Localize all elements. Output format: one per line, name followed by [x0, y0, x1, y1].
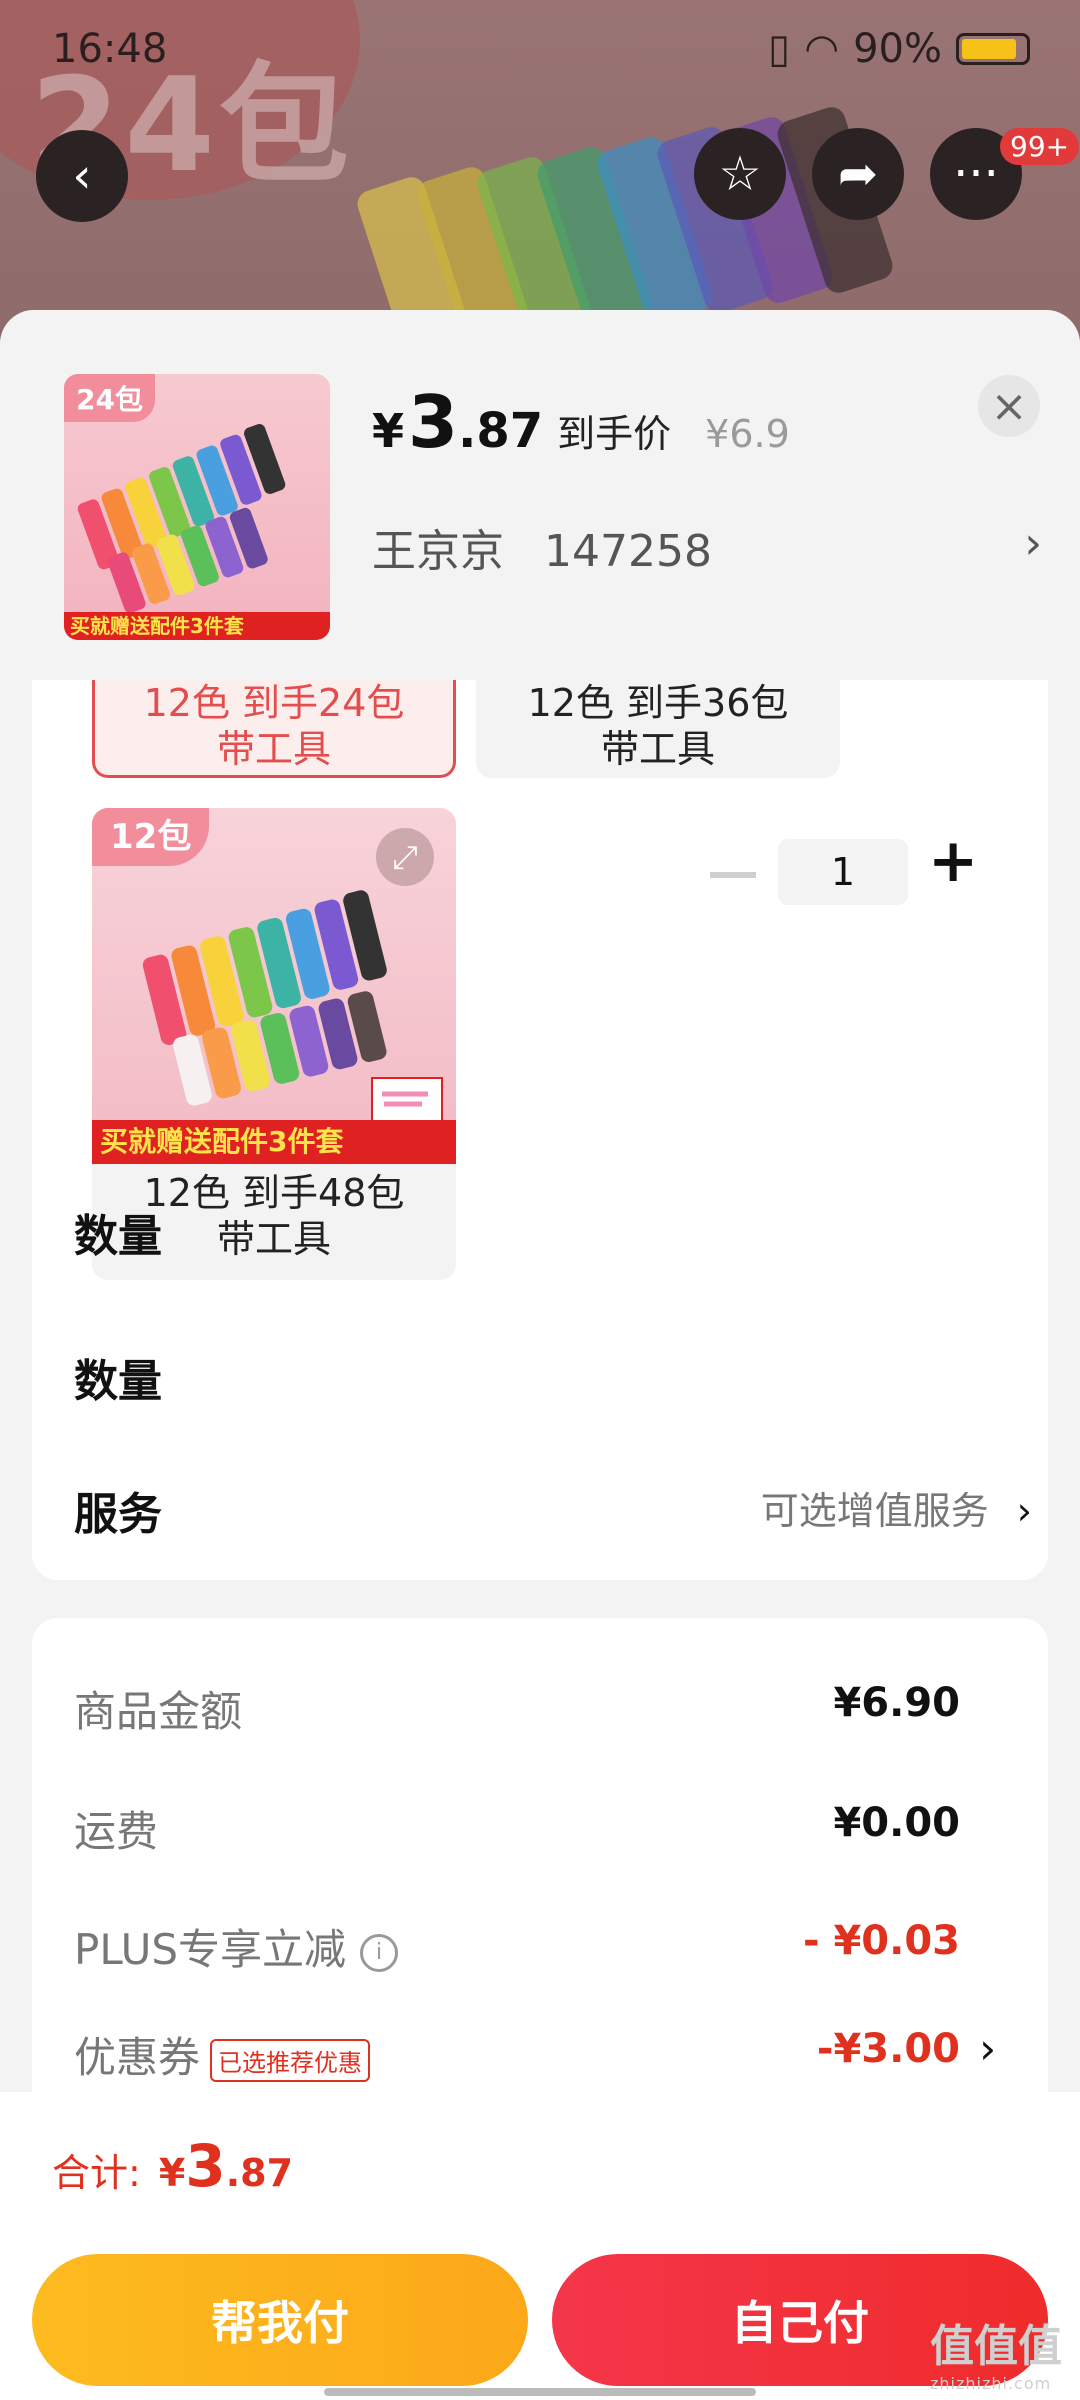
chevron-right-icon: ›	[1016, 1489, 1032, 1533]
watermark-text: 值值值	[930, 2321, 1062, 2372]
product-thumbnail[interactable]: 24包 买就赠送配件3件套	[64, 374, 330, 640]
total-decimal: .87	[225, 2151, 294, 2195]
goods-amount-value: ¥6.90	[833, 1680, 960, 1726]
service-value: 可选增值服务	[760, 1489, 989, 1533]
quantity-input[interactable]: 1	[778, 839, 908, 905]
spec-name: 王京京	[372, 526, 504, 577]
info-icon[interactable]: i	[360, 1933, 399, 1972]
total-label: 合计:	[52, 2151, 141, 2195]
price-integer: 3	[408, 380, 459, 464]
option-24-pack[interactable]: 12色 到手24包 带工具	[92, 680, 456, 778]
sku-sheet: 24包 买就赠送配件3件套 ¥ 3 .87 到手价 ¥6.9 王京京 14725…	[0, 310, 1080, 2400]
quantity-decrease-button[interactable]	[710, 872, 756, 878]
more-icon: ···	[953, 146, 999, 202]
quantity-row-label: 数量	[74, 1356, 162, 1407]
sheet-header: 24包 买就赠送配件3件套 ¥ 3 .87 到手价 ¥6.9 王京京 14725…	[0, 310, 1080, 680]
option-36-pack[interactable]: 12色 到手36包 带工具	[476, 680, 840, 778]
quantity-label: 数量	[74, 1211, 162, 1262]
coupon-value: -¥3.00	[816, 2026, 960, 2072]
watermark-sub: zhizhizhi.com	[930, 2374, 1052, 2393]
chevron-left-icon: ‹	[72, 148, 92, 204]
help-me-pay-button[interactable]: 帮我付	[32, 2254, 528, 2386]
close-icon: ×	[990, 380, 1028, 432]
selected-spec[interactable]: 王京京 147258	[372, 515, 712, 579]
total-currency: ¥	[158, 2151, 186, 2195]
option-line1: 12色 到手36包	[527, 681, 789, 725]
message-badge: 99+	[1000, 128, 1080, 165]
plus-discount-label: PLUS专享立减	[74, 1925, 347, 1974]
thumb-promo-banner: 买就赠送配件3件套	[64, 612, 330, 640]
plus-discount-row: PLUS专享立减 i	[74, 1916, 399, 1977]
spec-code: 147258	[544, 526, 712, 577]
sim-icon: ▯	[768, 26, 791, 72]
option-line2: 带工具	[600, 727, 715, 771]
price-decimal: .87	[458, 403, 544, 459]
coupon-label: 优惠券	[74, 2033, 201, 2082]
close-button[interactable]: ×	[978, 375, 1040, 437]
clay-image	[77, 424, 286, 613]
share-icon: ➦	[837, 146, 879, 202]
total-price: 合计: ¥3.87	[52, 2132, 293, 2200]
chevron-right-icon[interactable]: ›	[1024, 518, 1042, 569]
status-bar: 16:48 ▯ ◠ 90%	[0, 0, 1080, 100]
battery-icon	[956, 33, 1030, 65]
option-image: 12包 ⤢ 买就赠送配件3件套	[92, 808, 456, 1164]
wifi-icon: ◠	[804, 26, 840, 72]
options-card: 12色 到手24包 带工具 12色 到手36包 带工具 12包 ⤢ 买就赠送配件…	[32, 680, 1048, 1580]
star-icon: ☆	[718, 146, 762, 202]
watermark: 值值值 zhizhizhi.com	[930, 2310, 1062, 2393]
chevron-right-icon[interactable]: ›	[979, 2024, 996, 2073]
status-time: 16:48	[52, 26, 168, 72]
home-indicator[interactable]	[324, 2388, 756, 2396]
favorite-button[interactable]: ☆	[694, 128, 786, 220]
checkout-footer: 合计: ¥3.87 帮我付 自己付	[0, 2092, 1080, 2400]
goods-amount-label: 商品金额	[74, 1687, 243, 1736]
shipping-value: ¥0.00	[833, 1800, 960, 1846]
option-line1: 12色 到手24包	[143, 681, 405, 725]
original-price: ¥6.9	[705, 412, 790, 456]
battery-percent: 90%	[853, 26, 942, 72]
price-currency: ¥	[372, 404, 405, 458]
price-label: 到手价	[557, 412, 672, 456]
option-line2: 带工具	[216, 727, 331, 771]
plus-discount-value: - ¥0.03	[802, 1918, 960, 1964]
total-integer: 3	[185, 2132, 226, 2200]
option-promo-banner: 买就赠送配件3件套	[92, 1120, 456, 1164]
quantity-increase-button[interactable]: +	[928, 826, 978, 896]
price-row: ¥ 3 .87 到手价 ¥6.9	[372, 380, 790, 464]
share-button[interactable]: ➦	[812, 128, 904, 220]
service-label: 服务	[74, 1489, 162, 1540]
shipping-label: 运费	[74, 1807, 159, 1856]
coupon-row[interactable]: 优惠券 已选推荐优惠	[74, 2024, 371, 2085]
clay-image	[142, 890, 443, 1123]
coupon-tag: 已选推荐优惠	[210, 2039, 371, 2082]
back-button[interactable]: ‹	[36, 130, 128, 222]
service-selector[interactable]: 可选增值服务 ›	[761, 1480, 1032, 1535]
